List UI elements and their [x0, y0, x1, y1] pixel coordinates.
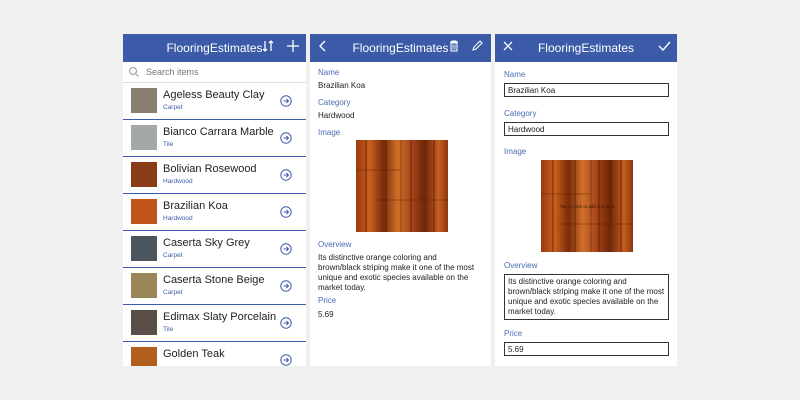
detail-header: FlooringEstimates	[310, 34, 491, 62]
overview-label: Overview	[504, 261, 538, 270]
item-category: Tile	[163, 326, 174, 333]
arrow-right-icon[interactable]	[280, 354, 292, 366]
list-item[interactable]: Bianco Carrara Marble Tile	[123, 120, 306, 157]
category-value: Hardwood	[318, 111, 355, 120]
arrow-right-icon[interactable]	[280, 132, 292, 144]
item-thumbnail	[131, 273, 157, 298]
search-icon	[129, 67, 139, 77]
item-category: Carpet	[163, 252, 183, 259]
overview-textarea[interactable]: Its distinctive orange coloring and brow…	[504, 274, 669, 320]
list-item[interactable]: Caserta Sky Grey Carpet	[123, 231, 306, 268]
edit-screen: FlooringEstimates Name Brazilian Koa Cat…	[495, 34, 677, 366]
list-item[interactable]: Bolivian Rosewood Hardwood	[123, 157, 306, 194]
name-value: Brazilian Koa	[318, 81, 366, 90]
add-icon[interactable]	[284, 39, 302, 57]
overview-label: Overview	[318, 240, 352, 249]
item-name: Ageless Beauty Clay	[163, 89, 265, 101]
arrow-right-icon[interactable]	[280, 206, 292, 218]
search-bar	[123, 62, 306, 83]
item-thumbnail	[131, 199, 157, 224]
app-title: FlooringEstimates	[537, 41, 635, 55]
price-label: Price	[318, 296, 337, 305]
list-item[interactable]: Brazilian Koa Hardwood	[123, 194, 306, 231]
price-input[interactable]: 5.69	[504, 342, 669, 356]
list-item[interactable]: Edimax Slaty Porcelain Tile	[123, 305, 306, 342]
sort-icon[interactable]	[259, 39, 277, 57]
detail-screen: FlooringEstimates Name Brazilian Koa Cat…	[310, 34, 491, 366]
image-label: Image	[318, 128, 341, 137]
checkmark-icon[interactable]	[655, 39, 673, 57]
category-label: Category	[318, 98, 351, 107]
item-name: Golden Teak	[163, 348, 225, 360]
item-list: Ageless Beauty Clay Carpet Bianco Carrara …	[123, 83, 306, 366]
name-label: Name	[504, 70, 526, 79]
item-category: Tile	[163, 141, 174, 148]
item-category: Carpet	[163, 104, 183, 111]
category-label: Category	[504, 109, 537, 118]
item-thumbnail	[131, 236, 157, 261]
price-label: Price	[504, 329, 523, 338]
item-name: Brazilian Koa	[163, 200, 228, 212]
arrow-right-icon[interactable]	[280, 243, 292, 255]
overview-text: Its distinctive orange coloring and brow…	[318, 253, 475, 292]
trash-icon[interactable]	[445, 39, 463, 57]
edit-pencil-icon[interactable]	[468, 39, 486, 57]
arrow-right-icon[interactable]	[280, 169, 292, 181]
search-input[interactable]	[144, 66, 298, 78]
item-name: Caserta Sky Grey	[163, 237, 250, 249]
arrow-right-icon[interactable]	[280, 95, 292, 107]
add-picture-hint: Tap or click to add a picture	[559, 204, 615, 209]
item-name: Edimax Slaty Porcelain	[163, 311, 277, 323]
list-item[interactable]: Ageless Beauty Clay Carpet	[123, 83, 306, 120]
item-thumbnail	[131, 310, 157, 335]
app-title: FlooringEstimates	[166, 41, 263, 55]
list-item[interactable]: Golden Teak	[123, 342, 306, 366]
category-input[interactable]: Hardwood	[504, 122, 669, 136]
edit-header: FlooringEstimates	[495, 34, 677, 62]
item-thumbnail	[131, 162, 157, 187]
item-thumbnail	[131, 347, 157, 366]
item-category: Hardwood	[163, 178, 193, 185]
arrow-right-icon[interactable]	[280, 280, 292, 292]
list-header: FlooringEstimates	[123, 34, 306, 62]
product-image	[356, 140, 448, 232]
item-category: Hardwood	[163, 215, 193, 222]
name-input[interactable]: Brazilian Koa	[504, 83, 669, 97]
name-label: Name	[318, 68, 340, 77]
app-title: FlooringEstimates	[352, 41, 449, 55]
list-screen: FlooringEstimates Ageless Beauty Clay Car…	[123, 34, 306, 366]
item-thumbnail	[131, 88, 157, 113]
item-category: Carpet	[163, 289, 183, 296]
list-item[interactable]: Caserta Stone Beige Carpet	[123, 268, 306, 305]
item-name: Caserta Stone Beige	[163, 274, 265, 286]
price-value: 5.69	[318, 310, 334, 319]
item-name: Bolivian Rosewood	[163, 163, 257, 175]
item-thumbnail	[131, 125, 157, 150]
item-name: Bianco Carrara Marble	[163, 126, 274, 138]
arrow-right-icon[interactable]	[280, 317, 292, 329]
image-label: Image	[504, 147, 527, 156]
